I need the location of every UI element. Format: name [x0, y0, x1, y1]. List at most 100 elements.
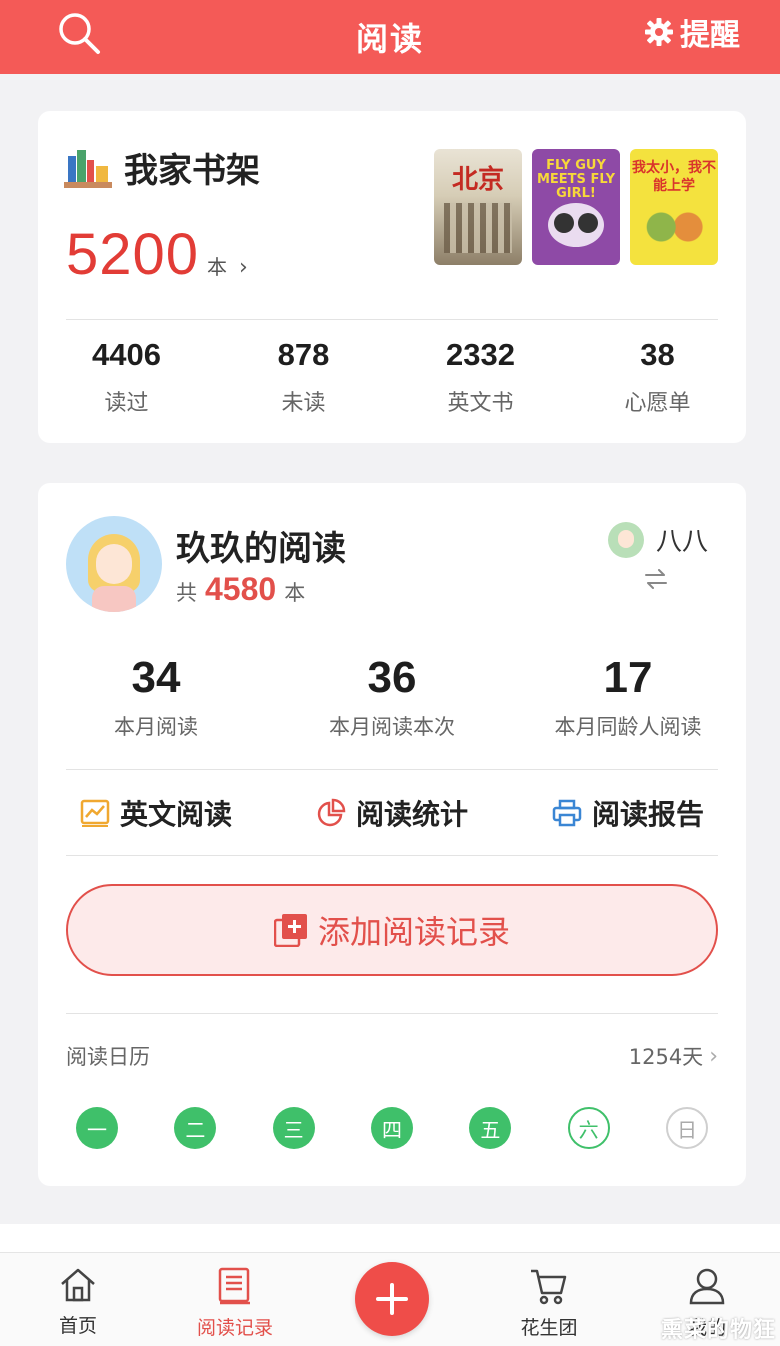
other-child-name: 八八 [655, 527, 708, 557]
stat-read[interactable]: 4406 读过 [38, 337, 215, 417]
cover-illustration [444, 203, 512, 253]
stat-value: 878 [277, 337, 330, 372]
quick-actions: 英文阅读 阅读统计 阅读报告 [38, 771, 746, 855]
child-total: 共 4580 本 [176, 571, 305, 608]
bookshelf-header[interactable]: 我家书架 [64, 143, 260, 192]
calendar-title: 阅读日历 [66, 1045, 150, 1069]
user-icon [689, 1268, 725, 1305]
stat-value: 4406 [92, 337, 161, 372]
stat-wishlist[interactable]: 38 心愿单 [569, 337, 746, 417]
search-button[interactable] [56, 10, 104, 58]
divider [66, 319, 718, 320]
book-cover[interactable]: 北京 [434, 149, 522, 265]
book-covers: 北京 FLY GUY MEETS FLY GIRL! 我太小，我不能上学 [434, 149, 718, 265]
divider [66, 855, 718, 856]
bookshelf-icon [64, 149, 112, 188]
action-label: 英文阅读 [119, 798, 232, 831]
stat-label: 读过 [104, 391, 149, 416]
book-cover[interactable]: 我太小，我不能上学 [630, 149, 718, 265]
tab-home[interactable]: 首页 [28, 1267, 128, 1338]
stat-label: 本月阅读 [114, 715, 198, 739]
cover-illustration [642, 211, 706, 251]
reading-calendar-header: 阅读日历 1254天 › [66, 1041, 718, 1071]
cover-illustration [548, 203, 604, 247]
watermark: 熏菜的物狂 [660, 1318, 776, 1343]
stat-unread[interactable]: 878 未读 [215, 337, 392, 417]
avatar [607, 521, 644, 558]
top-bar: 阅读 提醒 [0, 0, 780, 74]
calendar-day[interactable]: 三 [272, 1107, 315, 1149]
stat-label: 本月阅读本次 [329, 715, 455, 739]
add-square-icon [273, 914, 307, 947]
stat-label: 心愿单 [624, 391, 691, 416]
bookshelf-stats: 4406 读过 878 未读 2332 英文书 38 心愿单 [38, 337, 746, 417]
pie-chart-icon [317, 798, 346, 827]
tab-peanut-group[interactable]: 花生团 [499, 1267, 599, 1340]
stat-month-reads[interactable]: 34 本月阅读 [38, 653, 274, 741]
tab-label: 首页 [58, 1315, 97, 1337]
bookshelf-count-unit: 本 [207, 255, 228, 279]
calendar-day[interactable]: 四 [370, 1107, 413, 1149]
bookshelf-card: 我家书架 5200 本 › 北京 FLY GUY MEETS FLY GIRL!… [38, 111, 746, 443]
bookshelf-count-number: 5200 [66, 222, 200, 287]
tab-label: 花生团 [520, 1317, 578, 1339]
avatar-body [92, 586, 136, 612]
stat-value: 2332 [446, 337, 515, 372]
child-reading-card: 玖玖的阅读 共 4580 本 八八 34 本月阅读 36 本月阅读本次 17 本… [38, 483, 746, 1186]
calendar-days-link[interactable]: 1254天 › [629, 1041, 718, 1071]
tab-label: 阅读记录 [196, 1317, 273, 1339]
home-icon [61, 1268, 95, 1302]
bookshelf-title: 我家书架 [124, 151, 260, 191]
add-reading-record-button[interactable]: 添加阅读记录 [66, 884, 718, 976]
avatar-face [96, 544, 132, 584]
divider [66, 769, 718, 770]
bookshelf-count[interactable]: 5200 本 › [66, 221, 248, 288]
tab-reading-record[interactable]: 阅读记录 [185, 1267, 285, 1340]
stat-label: 未读 [281, 391, 326, 416]
gear-icon [645, 18, 673, 46]
add-fab-button[interactable] [355, 1262, 429, 1336]
reading-stats-button[interactable]: 阅读统计 [274, 771, 510, 855]
stat-english-books[interactable]: 2332 英文书 [392, 337, 569, 417]
stat-value: 17 [603, 653, 653, 702]
printer-icon [552, 799, 582, 827]
page-title: 阅读 [355, 20, 424, 58]
book-cover[interactable]: FLY GUY MEETS FLY GIRL! [532, 149, 620, 265]
stat-value: 34 [131, 653, 181, 702]
remind-button[interactable]: 提醒 [644, 12, 740, 53]
chevron-right-icon: › [709, 1043, 718, 1069]
stat-label: 英文书 [447, 391, 514, 416]
switch-child-button[interactable]: 八八 [607, 521, 708, 558]
stat-month-sessions[interactable]: 36 本月阅读本次 [274, 653, 510, 741]
avatar[interactable] [66, 516, 162, 612]
book-cover-title: 我太小，我不能上学 [632, 160, 716, 194]
total-unit: 本 [284, 581, 306, 605]
swap-icon[interactable] [644, 569, 668, 589]
total-number: 4580 [205, 571, 277, 607]
calendar-days-count: 1254天 [628, 1045, 704, 1069]
calendar-day[interactable]: 五 [469, 1107, 512, 1149]
calendar-day[interactable]: 一 [76, 1107, 118, 1149]
chevron-right-icon: › [239, 255, 248, 280]
reading-calendar-week: 一 二 三 四 五 六 日 [76, 1107, 708, 1149]
remind-label: 提醒 [680, 18, 740, 53]
stat-peer-reads[interactable]: 17 本月同龄人阅读 [510, 653, 746, 741]
search-icon [59, 13, 100, 54]
cart-icon [531, 1269, 567, 1305]
stat-label: 本月同龄人阅读 [554, 715, 702, 739]
reading-report-button[interactable]: 阅读报告 [510, 771, 746, 855]
chart-line-icon [80, 799, 110, 827]
book-icon [218, 1267, 250, 1305]
child-reading-title: 玖玖的阅读 [176, 529, 346, 569]
book-cover-title: FLY GUY MEETS FLY GIRL! [536, 158, 615, 201]
action-label: 阅读统计 [355, 798, 468, 831]
stat-value: 36 [367, 653, 417, 702]
calendar-day[interactable]: 六 [567, 1107, 610, 1149]
english-reading-button[interactable]: 英文阅读 [38, 771, 274, 855]
add-record-label: 添加阅读记录 [317, 913, 510, 951]
calendar-day[interactable]: 二 [174, 1107, 217, 1149]
calendar-day[interactable]: 日 [665, 1107, 708, 1149]
book-cover-title: 北京 [451, 165, 504, 195]
plus-icon [376, 1283, 408, 1315]
monthly-stats: 34 本月阅读 36 本月阅读本次 17 本月同龄人阅读 [38, 653, 746, 741]
